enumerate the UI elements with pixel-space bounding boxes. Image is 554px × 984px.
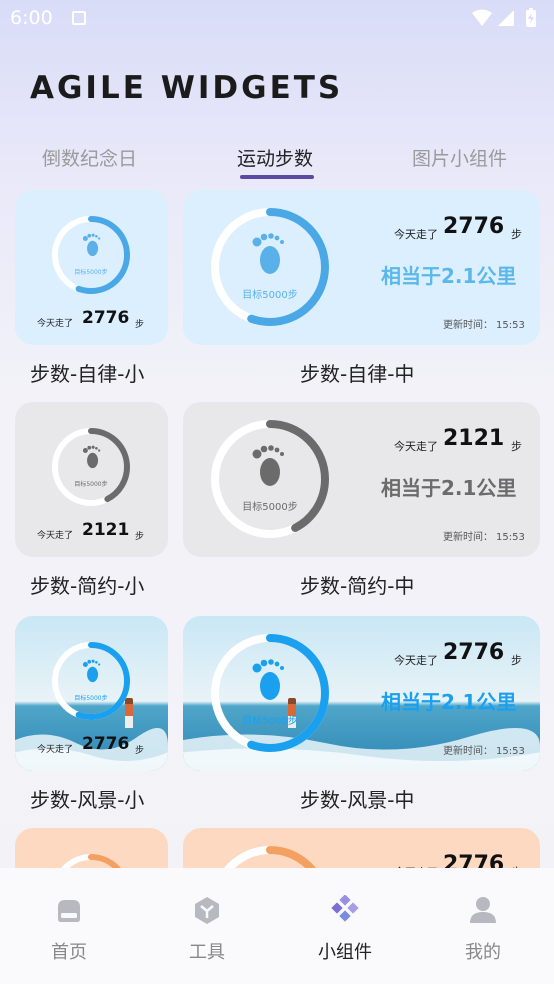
widget-card-small[interactable]: 目标5000步今天走了 2121 步 — [15, 402, 168, 557]
target-text: 目标5000步 — [242, 290, 298, 301]
widget-card-medium[interactable]: 目标5000步 今天走了 2776 步相当于2.1公里更新时间：15:53 — [183, 616, 540, 771]
distance-equivalent: 相当于2.1公里 — [381, 264, 517, 288]
target-text: 目标5000步 — [242, 502, 298, 513]
widgets-icon — [331, 895, 359, 922]
widget-list: 目标5000步 今天走了 2776 步 目标5000步 今天走了 2776 步相当于2.1公… — [0, 186, 554, 868]
tab-countdown[interactable]: 倒数纪念日 — [42, 144, 137, 171]
today-label: 今天走了 — [394, 228, 438, 241]
target-text: 目标5000步 — [74, 269, 108, 276]
widget-card-medium[interactable]: 目标5000步 今天走了 2776 步相当于2.1公里更新时间：15:53 — [183, 190, 540, 345]
nav-profile[interactable]: 我的 — [414, 868, 552, 984]
widget-label-small: 步数-风景-小 — [30, 788, 145, 812]
distance-equivalent: 相当于2.1公里 — [381, 690, 517, 714]
tab-bar: 倒数纪念日 运动步数 图片小组件 — [0, 140, 554, 184]
footprint-icon — [252, 659, 284, 700]
widget-card-small[interactable]: 目标5000步今天走了2776步 — [15, 828, 168, 868]
small-progress-ring — [52, 854, 130, 868]
nav-tools-label: 工具 — [189, 942, 225, 963]
update-time-text: 更新时间： 15:53 — [443, 316, 525, 331]
widget-card-small[interactable]: 目标5000步今天走了 2776 步 — [15, 616, 168, 771]
step-unit: 步 — [135, 746, 145, 756]
system-status-icons — [472, 8, 536, 27]
widget-card-medium[interactable]: 目标5000步今天走了2776步相当于2.1公里更新时间：15:53 — [183, 828, 540, 868]
update-time-label: 更新时间： — [443, 532, 493, 543]
app-title: AGILE WIDGETS — [30, 70, 344, 106]
today-label: 今天走了 — [394, 654, 438, 667]
footprint-icon — [82, 659, 101, 683]
update-time-label: 更新时间： — [443, 746, 493, 757]
widget-label-small: 步数-简约-小 — [30, 574, 145, 598]
step-unit: 步 — [511, 440, 522, 453]
today-label: 今天走了 — [394, 440, 438, 453]
step-count: 2121 — [443, 426, 505, 451]
step-count: 2776 — [82, 734, 130, 754]
target-text: 目标5000步 — [242, 716, 298, 727]
update-time-value: 15:53 — [496, 532, 525, 543]
tab-steps[interactable]: 运动步数 — [237, 144, 313, 171]
nav-home[interactable]: 首页 — [0, 868, 138, 984]
cube-icon — [195, 897, 219, 924]
nav-widgets[interactable]: 小组件 — [276, 868, 414, 984]
nav-home-label: 首页 — [51, 942, 87, 963]
update-time-text: 更新时间： 15:53 — [443, 742, 525, 757]
status-bar: 6:00 — [0, 0, 554, 36]
update-time-text: 更新时间： 15:53 — [443, 528, 525, 543]
nav-widgets-label: 小组件 — [318, 942, 372, 963]
tab-picture-widget[interactable]: 图片小组件 — [412, 144, 507, 171]
profile-icon — [470, 897, 496, 923]
footprint-icon — [252, 445, 284, 486]
step-count: 2121 — [82, 520, 130, 540]
footprint-icon — [82, 445, 101, 469]
update-time-value: 15:53 — [496, 320, 525, 331]
step-count: 2776 — [443, 852, 505, 868]
a-icon — [72, 11, 86, 25]
step-unit: 步 — [511, 228, 522, 241]
step-count: 2776 — [443, 214, 505, 239]
home-icon — [58, 900, 80, 922]
bottom-navigation: 首页 工具 小组件 我的 — [0, 868, 554, 984]
widget-label-small: 步数-自律-小 — [30, 362, 145, 386]
step-unit: 步 — [135, 320, 145, 330]
battery-icon — [526, 8, 536, 27]
step-count: 2776 — [82, 308, 130, 328]
today-label: 今天走了 — [37, 319, 74, 329]
widget-label-medium: 步数-简约-中 — [300, 574, 415, 598]
today-label: 今天走了 — [37, 745, 74, 755]
step-unit: 步 — [511, 654, 522, 667]
target-text: 目标5000步 — [74, 481, 108, 488]
distance-equivalent: 相当于2.1公里 — [381, 476, 517, 500]
footprint-icon — [252, 233, 284, 274]
widget-card-small[interactable]: 目标5000步今天走了 2776 步 — [15, 190, 168, 345]
widget-card-medium[interactable]: 目标5000步 今天走了 2121 步相当于2.1公里更新时间： 15:53 — [183, 402, 540, 557]
footprint-icon — [82, 233, 101, 257]
widget-label-medium: 步数-风景-中 — [300, 788, 415, 812]
nav-tools[interactable]: 工具 — [138, 868, 276, 984]
today-label: 今天走了 — [37, 531, 74, 541]
status-time: 6:00 — [10, 7, 53, 29]
widget-label-medium: 步数-自律-中 — [300, 362, 415, 386]
target-text: 目标5000步 — [74, 695, 108, 702]
nav-profile-label: 我的 — [465, 942, 501, 963]
medium-progress-ring — [211, 846, 329, 868]
step-count: 2776 — [443, 640, 505, 665]
update-time-value: 15:53 — [496, 746, 525, 757]
tab-active-indicator — [240, 175, 314, 179]
wifi-icon — [472, 9, 492, 26]
step-unit: 步 — [135, 532, 145, 542]
signal-icon — [498, 10, 514, 26]
update-time-label: 更新时间： — [443, 320, 493, 331]
